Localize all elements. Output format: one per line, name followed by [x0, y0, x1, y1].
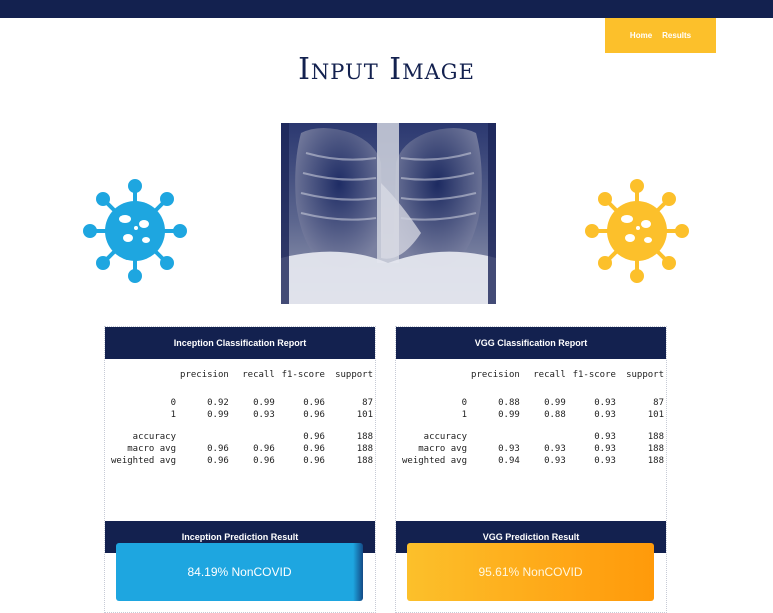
vgg-header-row: precision recall f1-score support [400, 369, 666, 381]
support-cell: 101 [647, 410, 664, 420]
spacer [109, 381, 375, 397]
vgg-report: precision recall f1-score support 0 0.88… [396, 359, 666, 501]
report-header-recall: recall [533, 370, 566, 380]
row-label: macro avg [127, 444, 177, 454]
f1-cell: 0.93 [594, 410, 616, 420]
vgg-macro-row: macro avg 0.93 0.93 0.93 188 [400, 443, 666, 455]
recall-cell [231, 431, 277, 443]
inception-accuracy-row: accuracy 0.96 188 [109, 431, 375, 443]
inception-prediction-result: 84.19% NonCOVID [116, 543, 363, 601]
vgg-panel: VGG Classification Report precision reca… [395, 326, 667, 613]
report-header-label [109, 369, 178, 381]
report-header-precision: precision [471, 370, 520, 380]
f1-cell: 0.96 [303, 398, 325, 408]
recall-cell: 0.88 [544, 410, 566, 420]
report-header-support: support [335, 370, 373, 380]
recall-cell: 0.99 [253, 398, 275, 408]
precision-cell: 0.93 [498, 444, 520, 454]
precision-cell [469, 431, 522, 443]
inception-report-title: Inception Classification Report [105, 327, 375, 359]
spacer [109, 421, 375, 431]
f1-cell: 0.93 [594, 456, 616, 466]
report-header-f1: f1-score [281, 370, 325, 380]
inception-weighted-row: weighted avg 0.96 0.96 0.96 188 [109, 455, 375, 467]
chest-xray-image [281, 123, 496, 304]
recall-cell: 0.93 [544, 444, 566, 454]
precision-cell: 0.94 [498, 456, 520, 466]
vgg-row-1: 1 0.99 0.88 0.93 101 [400, 409, 666, 421]
nav-menu: Home Results [605, 18, 716, 53]
row-label: macro avg [418, 444, 468, 454]
inception-header-row: precision recall f1-score support [109, 369, 375, 381]
recall-cell [522, 431, 568, 443]
row-label: accuracy [423, 432, 468, 442]
precision-cell [178, 431, 231, 443]
precision-cell: 0.88 [498, 398, 520, 408]
top-bar [0, 0, 773, 18]
page-title: Input Image [298, 52, 475, 87]
support-cell: 188 [356, 432, 373, 442]
precision-cell: 0.96 [207, 456, 229, 466]
spacer [400, 381, 666, 397]
support-cell: 188 [647, 456, 664, 466]
vgg-report-title: VGG Classification Report [396, 327, 666, 359]
inception-report: precision recall f1-score support 0 0.92… [105, 359, 375, 501]
recall-cell: 0.93 [253, 410, 275, 420]
precision-cell: 0.92 [207, 398, 229, 408]
vgg-weighted-row: weighted avg 0.94 0.93 0.93 188 [400, 455, 666, 467]
support-cell: 188 [647, 444, 664, 454]
row-label: 1 [461, 410, 468, 420]
recall-cell: 0.96 [253, 456, 275, 466]
row-label: weighted avg [111, 456, 177, 466]
recall-cell: 0.96 [253, 444, 275, 454]
spacer [400, 421, 666, 431]
inception-macro-row: macro avg 0.96 0.96 0.96 188 [109, 443, 375, 455]
support-cell: 87 [653, 398, 664, 408]
vgg-prediction-result: 95.61% NonCOVID [407, 543, 654, 601]
support-cell: 101 [356, 410, 373, 420]
vgg-row-0: 0 0.88 0.99 0.93 87 [400, 397, 666, 409]
recall-cell: 0.99 [544, 398, 566, 408]
report-header-support: support [626, 370, 664, 380]
vgg-accuracy-row: accuracy 0.93 188 [400, 431, 666, 443]
yellow-virus-icon [585, 179, 689, 283]
report-header-recall: recall [242, 370, 275, 380]
row-label: accuracy [132, 432, 177, 442]
vgg-report-table: precision recall f1-score support 0 0.88… [400, 369, 666, 467]
inception-row-1: 1 0.99 0.93 0.96 101 [109, 409, 375, 421]
inception-panel: Inception Classification Report precisio… [104, 326, 376, 613]
precision-cell: 0.96 [207, 444, 229, 454]
f1-cell: 0.93 [594, 432, 616, 442]
f1-cell: 0.96 [303, 410, 325, 420]
f1-cell: 0.96 [303, 456, 325, 466]
report-header-label [400, 369, 469, 381]
support-cell: 188 [647, 432, 664, 442]
report-header-precision: precision [180, 370, 229, 380]
support-cell: 188 [356, 456, 373, 466]
row-label: 1 [170, 410, 177, 420]
support-cell: 188 [356, 444, 373, 454]
f1-cell: 0.96 [303, 444, 325, 454]
nav-results-link[interactable]: Results [662, 31, 691, 40]
f1-cell: 0.93 [594, 444, 616, 454]
recall-cell: 0.93 [544, 456, 566, 466]
f1-cell: 0.93 [594, 398, 616, 408]
row-label: 0 [170, 398, 177, 408]
inception-row-0: 0 0.92 0.99 0.96 87 [109, 397, 375, 409]
report-header-f1: f1-score [572, 370, 616, 380]
precision-cell: 0.99 [498, 410, 520, 420]
support-cell: 87 [362, 398, 373, 408]
inception-report-table: precision recall f1-score support 0 0.92… [109, 369, 375, 467]
f1-cell: 0.96 [303, 432, 325, 442]
row-label: weighted avg [402, 456, 468, 466]
row-label: 0 [461, 398, 468, 408]
blue-virus-icon [83, 179, 187, 283]
nav-home-link[interactable]: Home [630, 31, 652, 40]
precision-cell: 0.99 [207, 410, 229, 420]
